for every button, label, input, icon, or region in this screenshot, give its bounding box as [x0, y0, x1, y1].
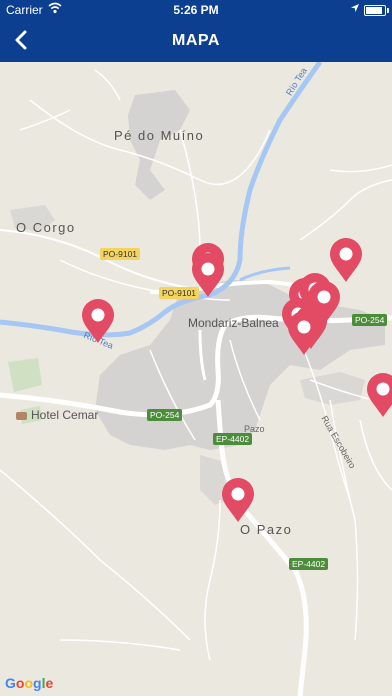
- hotel-label: Hotel Cemar: [16, 408, 98, 422]
- map-view[interactable]: Pé do Muíno O Corgo Mondariz-Balnea Hote…: [0, 62, 392, 696]
- map-pin-icon[interactable]: [190, 252, 226, 298]
- road-badge-po254: PO-254: [147, 409, 183, 421]
- battery-icon: [364, 5, 389, 16]
- road-badge-ep4402: EP-4402: [289, 558, 329, 570]
- bed-icon: [16, 411, 27, 420]
- road-badge-ep4402: EP-4402: [213, 433, 253, 445]
- place-label-mondariz: Mondariz-Balnea: [188, 316, 279, 330]
- google-logo: Google: [5, 675, 54, 691]
- place-label-o-corgo: O Corgo: [16, 220, 76, 235]
- map-pin-icon[interactable]: [365, 372, 392, 418]
- map-pin-icon[interactable]: [80, 298, 116, 344]
- map-pin-icon[interactable]: [220, 477, 256, 523]
- page-title: MAPA: [172, 32, 220, 49]
- nav-bar: MAPA: [0, 20, 392, 62]
- place-label-o-pazo: O Pazo: [240, 522, 293, 537]
- location-arrow-icon: [351, 4, 359, 12]
- map-pin-icon[interactable]: [328, 237, 364, 283]
- hotel-name: Hotel Cemar: [31, 408, 99, 422]
- place-label-pe-do-muino: Pé do Muíno: [114, 128, 205, 143]
- status-bar: Carrier 5:26 PM: [0, 0, 392, 20]
- road-badge-po9101: PO-9101: [100, 248, 141, 260]
- road-badge-po254: PO-254: [352, 314, 388, 326]
- map-base: [0, 62, 392, 696]
- status-time: 5:26 PM: [173, 3, 219, 17]
- map-pin-icon[interactable]: [286, 310, 322, 356]
